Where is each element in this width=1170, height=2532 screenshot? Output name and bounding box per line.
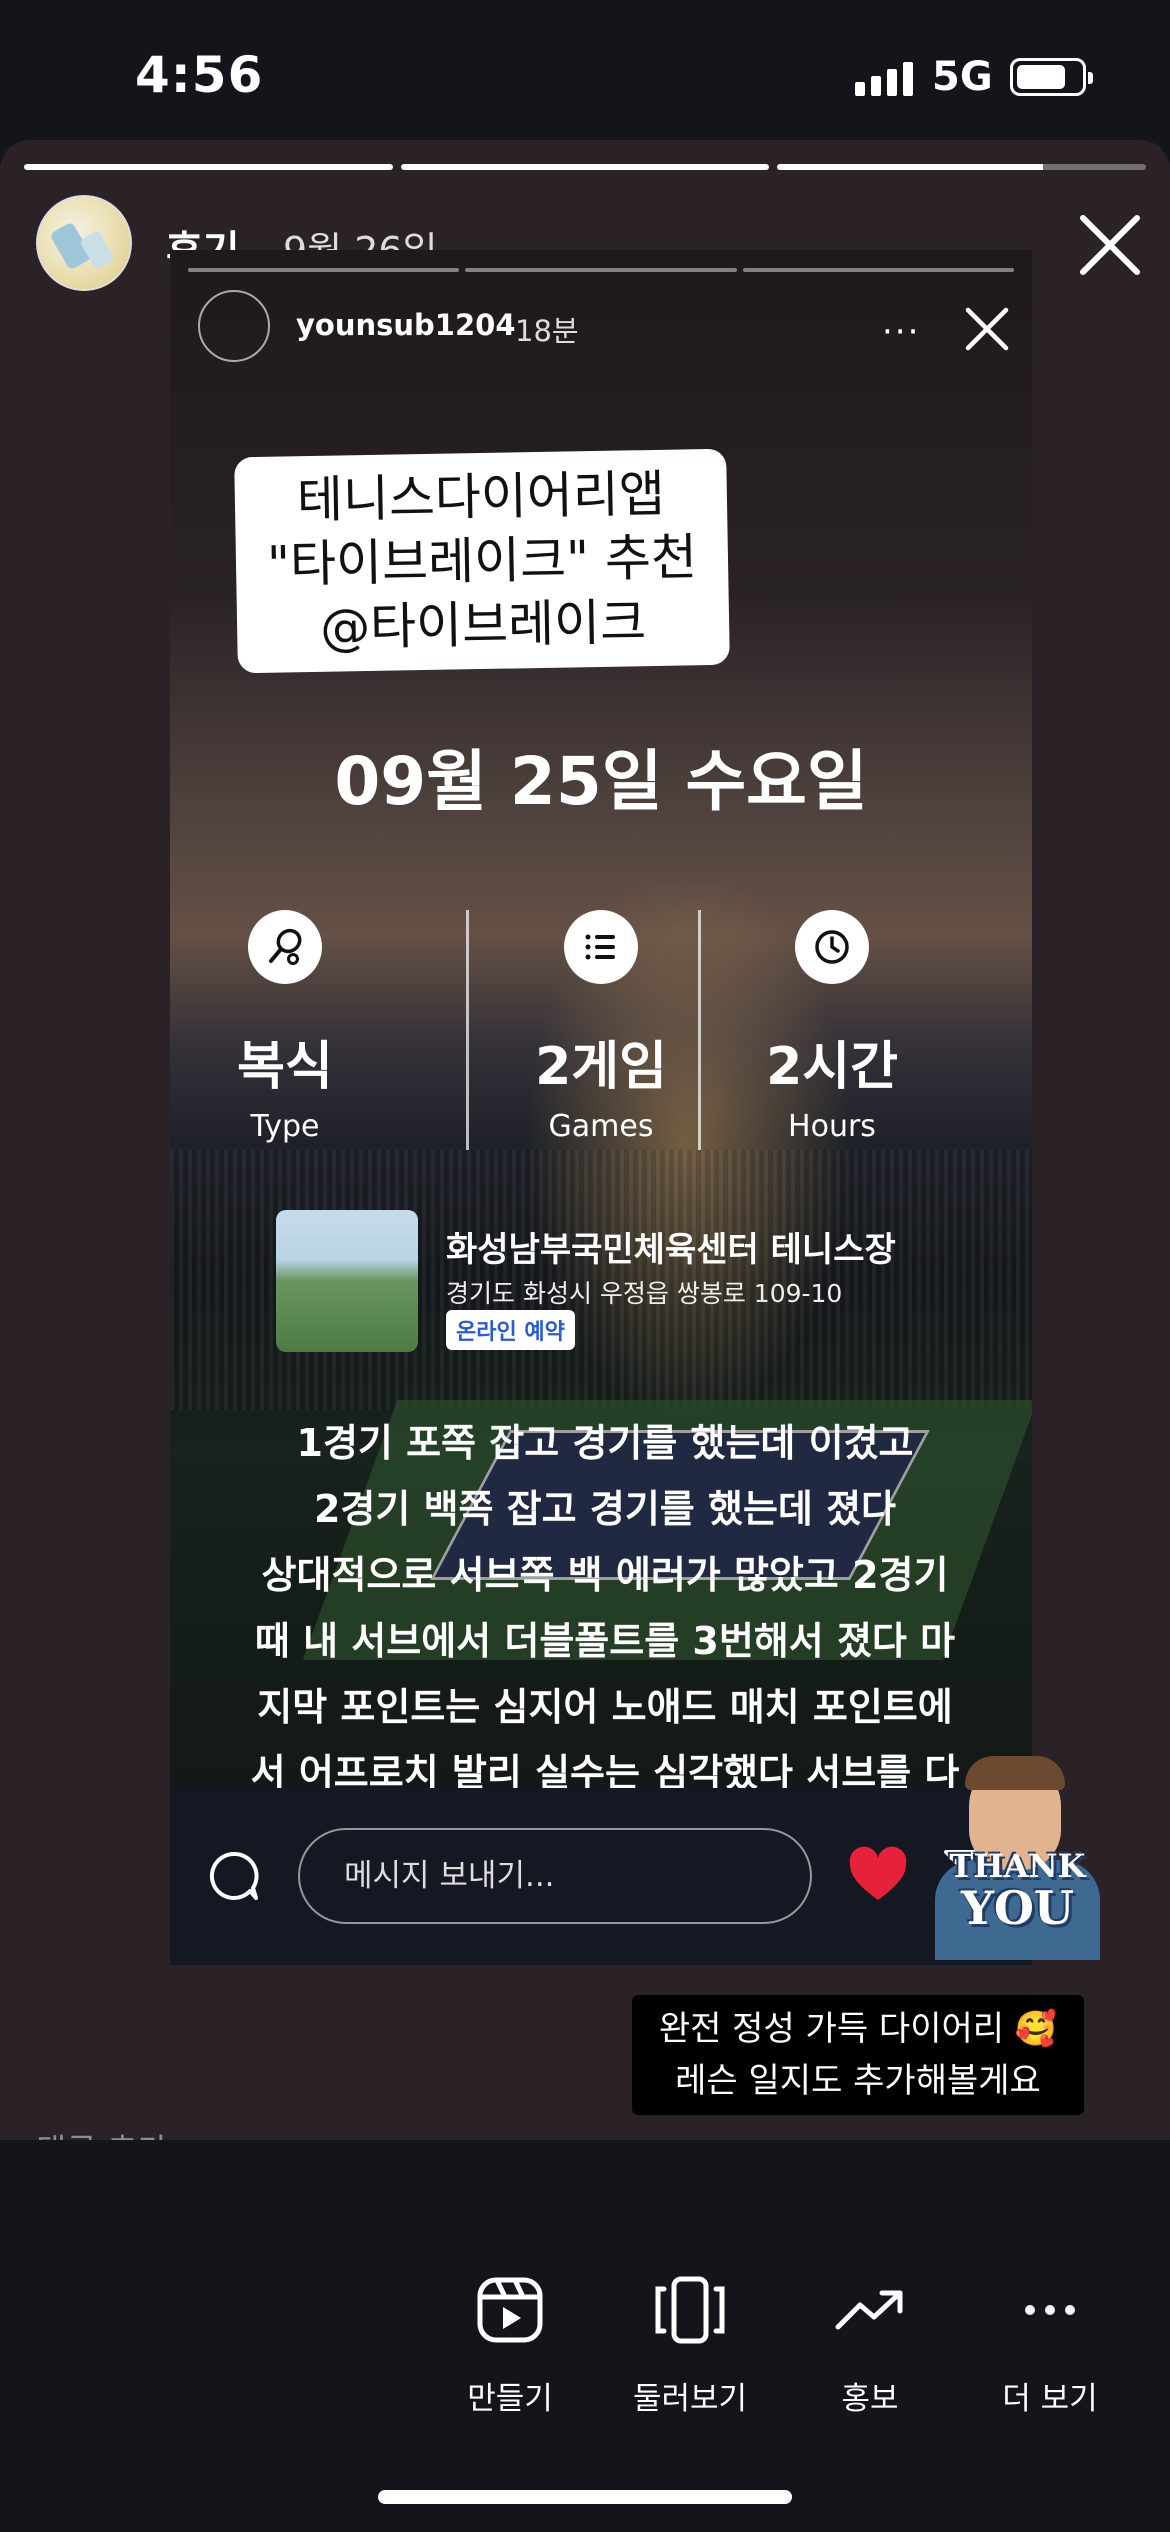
review-line: 지막 포인트는 심지어 노애드 매치 포인트에 bbox=[257, 1685, 953, 1729]
sticker-text: YOU bbox=[960, 1881, 1075, 1935]
shared-time-ago: 18분 bbox=[515, 314, 579, 348]
shared-username[interactable]: younsub1204 bbox=[296, 308, 516, 342]
stat-value: 복식 bbox=[237, 1037, 333, 1097]
reply-line: 완전 정성 가득 다이어리 🥰 bbox=[658, 2009, 1058, 2049]
create-button[interactable]: 만들기 bbox=[420, 2275, 600, 2418]
shared-story[interactable]: younsub1204 18분 ··· 테니스다이어리앱 "타이브레이크" 추천… bbox=[170, 250, 1032, 1965]
list-icon bbox=[564, 910, 638, 984]
reply-caption: 완전 정성 가득 다이어리 🥰 레슨 일지도 추가해볼게요 bbox=[632, 1995, 1084, 2115]
story-progress bbox=[24, 164, 1147, 170]
stat-value: 2게임 bbox=[535, 1037, 667, 1097]
close-icon[interactable] bbox=[1075, 210, 1145, 280]
action-label: 둘러보기 bbox=[632, 2381, 748, 2417]
venue-thumbnail bbox=[276, 1210, 418, 1352]
status-time: 4:56 bbox=[135, 46, 264, 104]
reels-create-icon bbox=[477, 2277, 543, 2343]
stat-label: Hours bbox=[788, 1109, 876, 1144]
review-line: 1경기 포쪽 잡고 경기를 했는데 이겼고 bbox=[296, 1421, 914, 1465]
sticker-line: 테니스다이어리앱 bbox=[296, 464, 666, 530]
stat-label: Games bbox=[548, 1109, 654, 1144]
add-comment-field[interactable]: 댓글 추가... bbox=[36, 2124, 199, 2140]
sticker-line: @타이브레이크 bbox=[319, 593, 647, 657]
stat-label: Type bbox=[250, 1109, 320, 1144]
divider bbox=[466, 910, 469, 1150]
stat-type: 복식 Type bbox=[170, 910, 400, 1144]
reply-line: 레슨 일지도 추가해볼게요 bbox=[675, 2061, 1041, 2101]
browse-icon bbox=[655, 2276, 725, 2344]
action-label: 만들기 bbox=[467, 2381, 553, 2417]
chat-bubble-icon[interactable] bbox=[206, 1848, 262, 1904]
author-avatar[interactable] bbox=[36, 195, 132, 291]
more-icon bbox=[1025, 2305, 1075, 2315]
heart-icon[interactable] bbox=[846, 1844, 910, 1908]
action-label: 홍보 bbox=[841, 2381, 899, 2417]
match-date: 09월 25일 수요일 bbox=[334, 743, 868, 820]
review-line: 2경기 백쪽 잡고 경기를 했는데 졌다 bbox=[313, 1487, 897, 1531]
venue-address: 경기도 화성시 우정읍 쌍봉로 109-10 bbox=[446, 1279, 843, 1308]
home-indicator bbox=[378, 2490, 792, 2504]
more-options-icon[interactable]: ··· bbox=[882, 312, 920, 352]
battery-icon bbox=[1010, 58, 1093, 96]
online-booking-badge[interactable]: 온라인 예약 bbox=[446, 1310, 575, 1350]
divider bbox=[698, 910, 701, 1150]
story-progress-segment bbox=[400, 164, 770, 170]
story-progress-segment bbox=[777, 164, 1147, 170]
shared-story-progress bbox=[188, 268, 1014, 272]
status-bar: 4:56 5G bbox=[0, 0, 1170, 150]
venue-name: 화성남부국민체육센터 테니스장 bbox=[446, 1230, 896, 1270]
trend-up-icon bbox=[835, 2290, 903, 2330]
stat-value: 2시간 bbox=[766, 1037, 898, 1097]
review-text: 1경기 포쪽 잡고 경기를 했는데 이겼고 2경기 백쪽 잡고 경기를 했는데 … bbox=[210, 1410, 1000, 1806]
sticker-line: "타이브레이크" 추천 bbox=[266, 528, 698, 594]
clock-icon bbox=[795, 910, 869, 984]
shared-user-avatar[interactable] bbox=[198, 290, 270, 362]
review-line: 때 내 서브에서 더블폴트를 3번해서 졌다 마 bbox=[254, 1619, 956, 1663]
stat-hours: 2시간 Hours bbox=[717, 910, 947, 1144]
signal-icon bbox=[855, 60, 913, 96]
story-viewer[interactable]: 후기 9월 26일 younsub1204 18분 ··· 테니스다이어리앱 "… bbox=[0, 140, 1170, 2140]
promote-button[interactable]: 홍보 bbox=[780, 2275, 960, 2418]
thank-you-sticker: THANK YOU bbox=[935, 1756, 1100, 1960]
story-progress-segment bbox=[24, 164, 393, 170]
action-label: 더 보기 bbox=[1002, 2381, 1098, 2417]
more-button[interactable]: 더 보기 bbox=[960, 2275, 1140, 2418]
network-label: 5G bbox=[932, 54, 993, 100]
close-icon[interactable] bbox=[962, 304, 1012, 354]
browse-button[interactable]: 둘러보기 bbox=[600, 2275, 780, 2418]
stat-games: 2게임 Games bbox=[486, 910, 716, 1144]
message-bar bbox=[170, 1788, 1032, 1965]
racket-icon bbox=[248, 910, 322, 984]
review-line: 상대적으로 서브쪽 백 에러가 많았고 2경기 bbox=[261, 1553, 949, 1597]
mention-sticker[interactable]: 테니스다이어리앱 "타이브레이크" 추천 @타이브레이크 bbox=[234, 448, 730, 674]
message-input[interactable] bbox=[298, 1828, 812, 1924]
